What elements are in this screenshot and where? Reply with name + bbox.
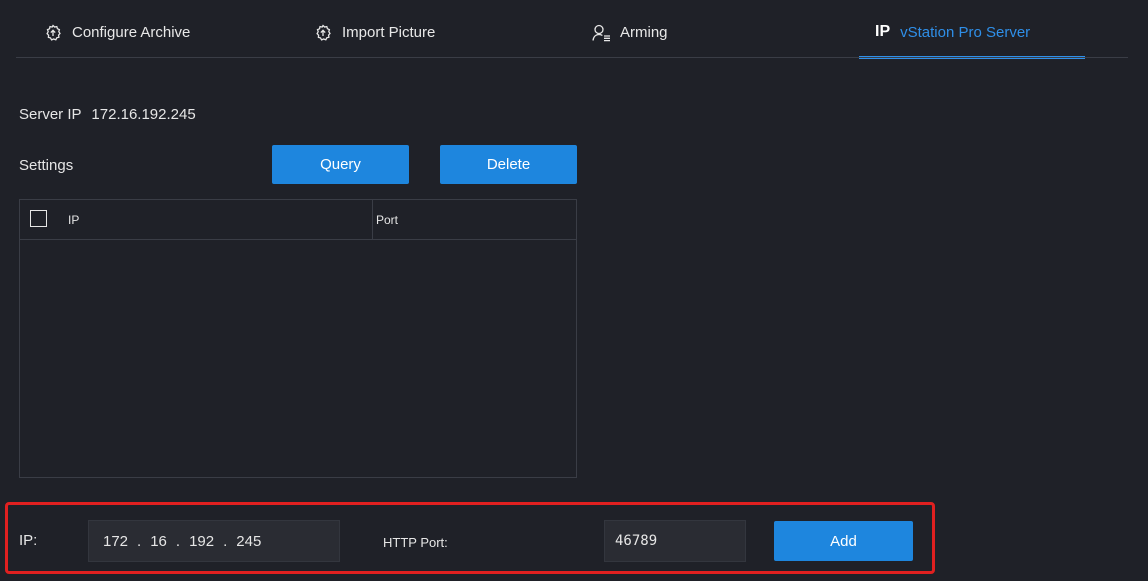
- select-all-checkbox[interactable]: [30, 210, 47, 227]
- tab-import-picture[interactable]: Import Picture: [314, 24, 435, 58]
- query-button[interactable]: Query: [272, 145, 409, 184]
- tab-configure-archive[interactable]: Configure Archive: [44, 24, 190, 58]
- tab-bar: Configure Archive Import Picture Arming …: [0, 0, 1148, 59]
- server-ip-caption: Server IP: [19, 106, 82, 123]
- column-header-port: Port: [376, 213, 399, 227]
- ip-icon: IP: [875, 23, 891, 40]
- table-header: IP Port: [20, 200, 576, 240]
- ip-octet-1[interactable]: 172: [103, 533, 128, 550]
- ip-dot: .: [223, 532, 228, 550]
- add-button[interactable]: Add: [774, 521, 913, 561]
- ip-label: IP:: [19, 532, 38, 549]
- settings-label: Settings: [19, 157, 74, 174]
- server-table: IP Port: [19, 199, 577, 478]
- tab-divider: [16, 57, 1128, 58]
- column-divider: [372, 200, 373, 240]
- server-ip-value: 172.16.192.245: [91, 106, 196, 123]
- http-port-label: HTTP Port:: [383, 535, 448, 550]
- person-list-icon: [592, 24, 610, 42]
- gear-upload-icon: [44, 24, 62, 42]
- ip-octet-4[interactable]: 245: [236, 533, 261, 550]
- ip-address-input[interactable]: 172. 16. 192. 245: [88, 520, 340, 562]
- column-header-ip: IP: [68, 213, 80, 227]
- tab-label: Configure Archive: [72, 24, 191, 41]
- tab-label: vStation Pro Server: [900, 24, 1031, 41]
- tab-label: Import Picture: [342, 24, 436, 41]
- tab-vstation-pro-server[interactable]: IP vStation Pro Server: [859, 23, 1085, 59]
- ip-dot: .: [175, 532, 181, 550]
- server-ip-label: Server IP 172.16.192.245: [19, 106, 196, 123]
- tab-label: Arming: [620, 24, 668, 41]
- tab-arming[interactable]: Arming: [592, 24, 668, 58]
- gear-upload-icon: [314, 24, 332, 42]
- delete-button[interactable]: Delete: [440, 145, 577, 184]
- table-body: [20, 240, 576, 477]
- ip-dot: .: [137, 532, 142, 550]
- http-port-input[interactable]: 46789: [604, 520, 746, 562]
- ip-octet-3[interactable]: 192: [189, 533, 214, 550]
- ip-octet-2[interactable]: 16: [150, 533, 167, 550]
